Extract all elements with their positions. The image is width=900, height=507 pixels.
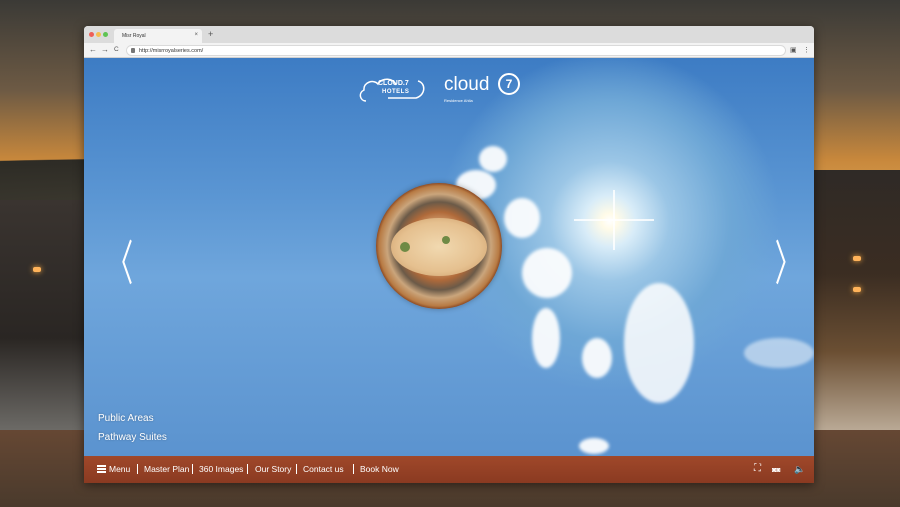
area-label-public[interactable]: Public Areas — [98, 413, 154, 424]
browser-toolbar: ← → C http://misrroyalseries.com/ ▣ ⋮ — [84, 43, 814, 58]
cloud — [624, 283, 694, 403]
background-left-building — [0, 200, 84, 430]
vr-glasses-icon[interactable]: ◙◙ — [772, 465, 780, 477]
images-360-link[interactable]: 360 Images — [199, 464, 243, 475]
cloud — [504, 198, 540, 238]
reload-icon[interactable]: C — [114, 44, 119, 56]
url-text: http://misrroyalseries.com/ — [139, 48, 204, 54]
area-label-pathway[interactable]: Pathway Suites — [98, 432, 167, 443]
cloud — [582, 338, 612, 378]
background-right-building — [814, 170, 900, 430]
maximize-window-dot[interactable] — [103, 32, 108, 37]
tab-bar: Misr Royal × + — [84, 26, 814, 43]
tour-menu-bar: Menu Master Plan 360 Images Our Story Co… — [84, 456, 814, 483]
cloud — [522, 248, 572, 298]
tab-close-icon[interactable]: × — [194, 32, 198, 38]
hamburger-menu-icon[interactable] — [97, 465, 106, 473]
sun-ray — [614, 219, 654, 221]
menu-divider — [353, 464, 354, 474]
menu-divider — [192, 464, 193, 474]
profile-icon[interactable]: ▣ — [790, 46, 797, 55]
previous-scene-arrow[interactable]: 〈 — [107, 240, 133, 288]
sun-ray — [613, 220, 615, 250]
our-story-link[interactable]: Our Story — [255, 464, 291, 475]
logo-left-line1: CLOUD.7 — [378, 80, 409, 87]
planet-tree — [400, 242, 410, 252]
close-window-dot[interactable] — [89, 32, 94, 37]
tour-viewport[interactable]: CLOUD.7 HOTELS cloud 7 Residence Ahlia 〈… — [84, 58, 814, 456]
address-bar[interactable]: http://misrroyalseries.com/ — [126, 45, 786, 56]
logo-right-subtitle: Residence Ahlia — [444, 98, 473, 103]
next-scene-arrow[interactable]: 〉 — [775, 240, 801, 288]
browser-window: Misr Royal × + ← → C http://misrroyalser… — [84, 26, 814, 483]
logo-right-word: cloud — [444, 74, 490, 95]
logo-right-mark: 7 — [498, 73, 520, 95]
logo-left-line2: HOTELS — [382, 89, 410, 95]
cloud — [744, 338, 814, 368]
sun-ray — [574, 219, 614, 221]
background-lamp — [853, 256, 861, 261]
fullscreen-icon[interactable]: ⛶ — [754, 463, 761, 475]
sound-icon[interactable]: 🔈 — [794, 463, 805, 475]
cloud7-residence-logo[interactable]: cloud 7 Residence Ahlia — [440, 71, 530, 107]
new-tab-button[interactable]: + — [208, 28, 213, 40]
sun-ray — [613, 190, 615, 220]
lock-icon — [131, 48, 135, 53]
more-menu-icon[interactable]: ⋮ — [803, 46, 810, 55]
master-plan-link[interactable]: Master Plan — [144, 464, 189, 475]
cloud — [532, 308, 560, 368]
cloud — [579, 438, 609, 454]
contact-us-link[interactable]: Contact us — [303, 464, 344, 475]
browser-tab[interactable]: Misr Royal × — [114, 29, 202, 43]
menu-divider — [296, 464, 297, 474]
background-lamp — [853, 287, 861, 292]
background-lamp — [33, 267, 41, 272]
forward-icon[interactable]: → — [101, 44, 109, 56]
back-icon[interactable]: ← — [89, 44, 97, 56]
cloud — [479, 146, 507, 172]
planet-tree — [442, 236, 450, 244]
menu-button[interactable]: Menu — [109, 464, 130, 475]
menu-divider — [247, 464, 248, 474]
book-now-link[interactable]: Book Now — [360, 464, 399, 475]
cloud7-hotels-logo[interactable]: CLOUD.7 HOTELS — [358, 71, 430, 107]
minimize-window-dot[interactable] — [96, 32, 101, 37]
menu-divider — [137, 464, 138, 474]
tab-title: Misr Royal — [122, 33, 146, 39]
